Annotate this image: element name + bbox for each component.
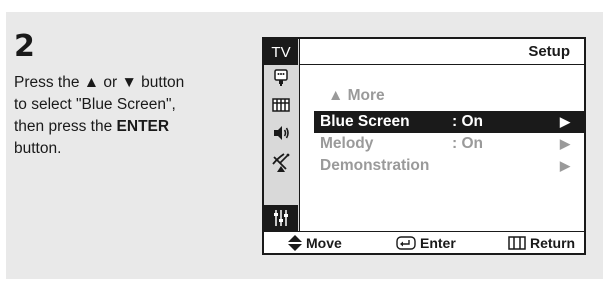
- more-row[interactable]: ▲ More: [314, 85, 584, 107]
- sound-icon[interactable]: [264, 119, 298, 147]
- enter-icon: [396, 236, 416, 250]
- down-arrow-icon: ▼: [121, 74, 137, 91]
- move-label: Move: [306, 235, 342, 251]
- up-arrow-icon: ▲: [83, 74, 100, 91]
- menu-row-blue-screen[interactable]: Blue Screen : On ▶: [314, 111, 584, 133]
- menu-row-value: : On: [452, 135, 483, 152]
- menu-row-demonstration[interactable]: Demonstration ▶: [314, 155, 584, 177]
- chevron-right-icon: ▶: [560, 114, 570, 129]
- footer-move: Move: [288, 233, 342, 253]
- instruction-text: Press the ▲ or ▼ button to select "Blue …: [14, 72, 254, 160]
- osd-sidebar: TV: [264, 39, 300, 233]
- instruction-line-2: to select "Blue Screen",: [14, 96, 176, 113]
- channel-icon[interactable]: [264, 147, 298, 177]
- menu-row-label: Demonstration: [320, 157, 430, 174]
- osd-footer: Move Enter Return: [264, 231, 584, 253]
- up-down-icon: [288, 235, 302, 251]
- setup-icon[interactable]: [264, 205, 298, 231]
- menu-title: Setup: [528, 43, 570, 60]
- instruction-line-1-suffix: button: [136, 74, 185, 91]
- return-label: Return: [530, 235, 576, 251]
- step-number: 2: [14, 29, 35, 64]
- tv-mode-label: TV: [264, 39, 298, 65]
- sound-icon-graphic: [274, 126, 289, 140]
- picture-icon-graphic: [272, 98, 290, 112]
- instruction-line-1: Press the ▲ or ▼ button: [14, 72, 254, 94]
- input-icon-graphic: [274, 69, 288, 86]
- instruction-or: or: [99, 74, 122, 91]
- menu-row-label: Blue Screen: [320, 113, 410, 130]
- instruction-line-1-prefix: Press the: [14, 74, 84, 91]
- input-icon[interactable]: [264, 65, 298, 91]
- footer-enter: Enter: [396, 233, 456, 253]
- tv-osd-screen: TV Setup ▲ More Blue Screen: On ▶ Melod…: [262, 37, 586, 255]
- menu-row-melody[interactable]: Melody : On ▶: [314, 133, 584, 155]
- instruction-line-3: then press the ENTER: [14, 116, 254, 138]
- osd-header: Setup: [300, 39, 584, 65]
- menu-icon: [508, 236, 526, 250]
- setup-icon-graphic: [274, 210, 288, 226]
- instruction-panel: 2 Press the ▲ or ▼ button to select "Blu…: [6, 12, 603, 279]
- chevron-right-icon: ▶: [560, 158, 570, 173]
- enter-keyword: ENTER: [116, 118, 170, 135]
- picture-icon[interactable]: [264, 91, 298, 119]
- menu-row-value: : On: [452, 113, 483, 130]
- footer-return: Return: [508, 233, 575, 253]
- instruction-line-3-prefix: then press the: [14, 118, 117, 135]
- chevron-right-icon: ▶: [560, 136, 570, 151]
- channel-icon-graphic: [272, 153, 290, 172]
- more-label: ▲ More: [328, 87, 385, 104]
- instruction-line-4: button.: [14, 140, 62, 157]
- enter-label: Enter: [420, 235, 456, 251]
- menu-row-label: Melody: [320, 135, 374, 152]
